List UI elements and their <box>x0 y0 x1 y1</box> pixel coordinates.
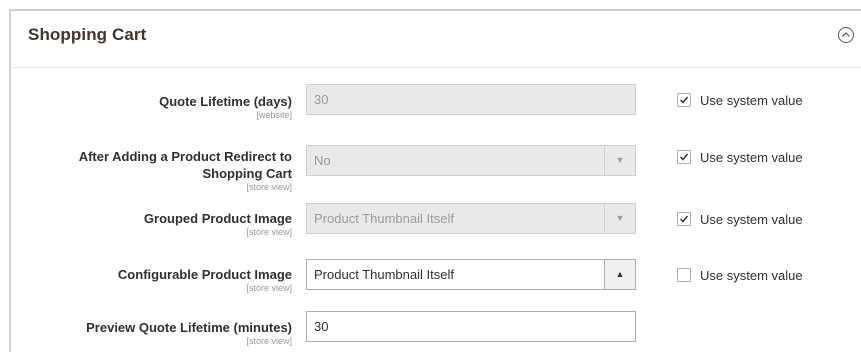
chevron-up-icon: ▲ <box>604 260 635 289</box>
scope-label: [store view] <box>246 227 292 237</box>
scope-label: [store view] <box>246 336 292 346</box>
redirect-to-cart-label: After Adding a Product Redirect to Shopp… <box>12 148 292 192</box>
select-value: Product Thumbnail Itself <box>314 267 454 282</box>
chevron-down-icon: ▼ <box>604 204 635 233</box>
checkmark-icon <box>679 215 689 223</box>
configurable-product-image-select[interactable]: Product Thumbnail Itself ▲ <box>306 259 636 290</box>
grouped-product-image-select[interactable]: Product Thumbnail Itself ▼ <box>306 203 636 234</box>
scope-label: [website] <box>256 110 292 120</box>
checkmark-icon <box>679 96 689 104</box>
use-system-value-label: Use system value <box>700 267 803 283</box>
section-divider <box>13 67 861 68</box>
quote-lifetime-label: Quote Lifetime (days) [website] <box>12 93 292 120</box>
input-value: 30 <box>314 319 329 334</box>
checkmark-icon <box>679 153 689 161</box>
shopping-cart-section: Shopping Cart Quote Lifetime (days) [web… <box>9 9 861 352</box>
configurable-product-image-use-system-value[interactable]: Use system value <box>677 266 803 284</box>
use-system-value-label: Use system value <box>700 149 803 165</box>
preview-quote-lifetime-input[interactable]: 30 <box>306 311 636 342</box>
quote-lifetime-input[interactable]: 30 <box>306 84 636 115</box>
field-label: Grouped Product Image <box>143 211 292 226</box>
use-system-value-checkbox[interactable] <box>677 150 691 164</box>
collapse-icon[interactable] <box>837 26 855 44</box>
quote-lifetime-use-system-value[interactable]: Use system value <box>677 91 803 109</box>
field-label: Quote Lifetime (days) <box>159 94 292 109</box>
scope-label: [store view] <box>246 182 292 192</box>
grouped-product-image-use-system-value[interactable]: Use system value <box>677 210 803 228</box>
redirect-to-cart-select[interactable]: No ▼ <box>306 145 636 176</box>
chevron-down-icon: ▼ <box>604 146 635 175</box>
use-system-value-checkbox[interactable] <box>677 93 691 107</box>
preview-quote-lifetime-label: Preview Quote Lifetime (minutes) [store … <box>12 319 292 346</box>
field-label-line1: After Adding a Product Redirect to <box>78 149 292 164</box>
scope-label: [store view] <box>246 283 292 293</box>
select-value: Product Thumbnail Itself <box>314 211 454 226</box>
field-label: Preview Quote Lifetime (minutes) <box>86 320 292 335</box>
grouped-product-image-label: Grouped Product Image [store view] <box>12 210 292 237</box>
configurable-product-image-label: Configurable Product Image [store view] <box>12 266 292 293</box>
redirect-to-cart-use-system-value[interactable]: Use system value <box>677 148 803 166</box>
input-value: 30 <box>314 92 329 107</box>
field-label: Configurable Product Image <box>117 267 292 282</box>
use-system-value-checkbox[interactable] <box>677 268 691 282</box>
select-value: No <box>314 153 331 168</box>
use-system-value-checkbox[interactable] <box>677 212 691 226</box>
field-label-line2: Shopping Cart <box>202 166 292 181</box>
section-title[interactable]: Shopping Cart <box>28 25 146 45</box>
use-system-value-label: Use system value <box>700 92 803 108</box>
use-system-value-label: Use system value <box>700 211 803 227</box>
